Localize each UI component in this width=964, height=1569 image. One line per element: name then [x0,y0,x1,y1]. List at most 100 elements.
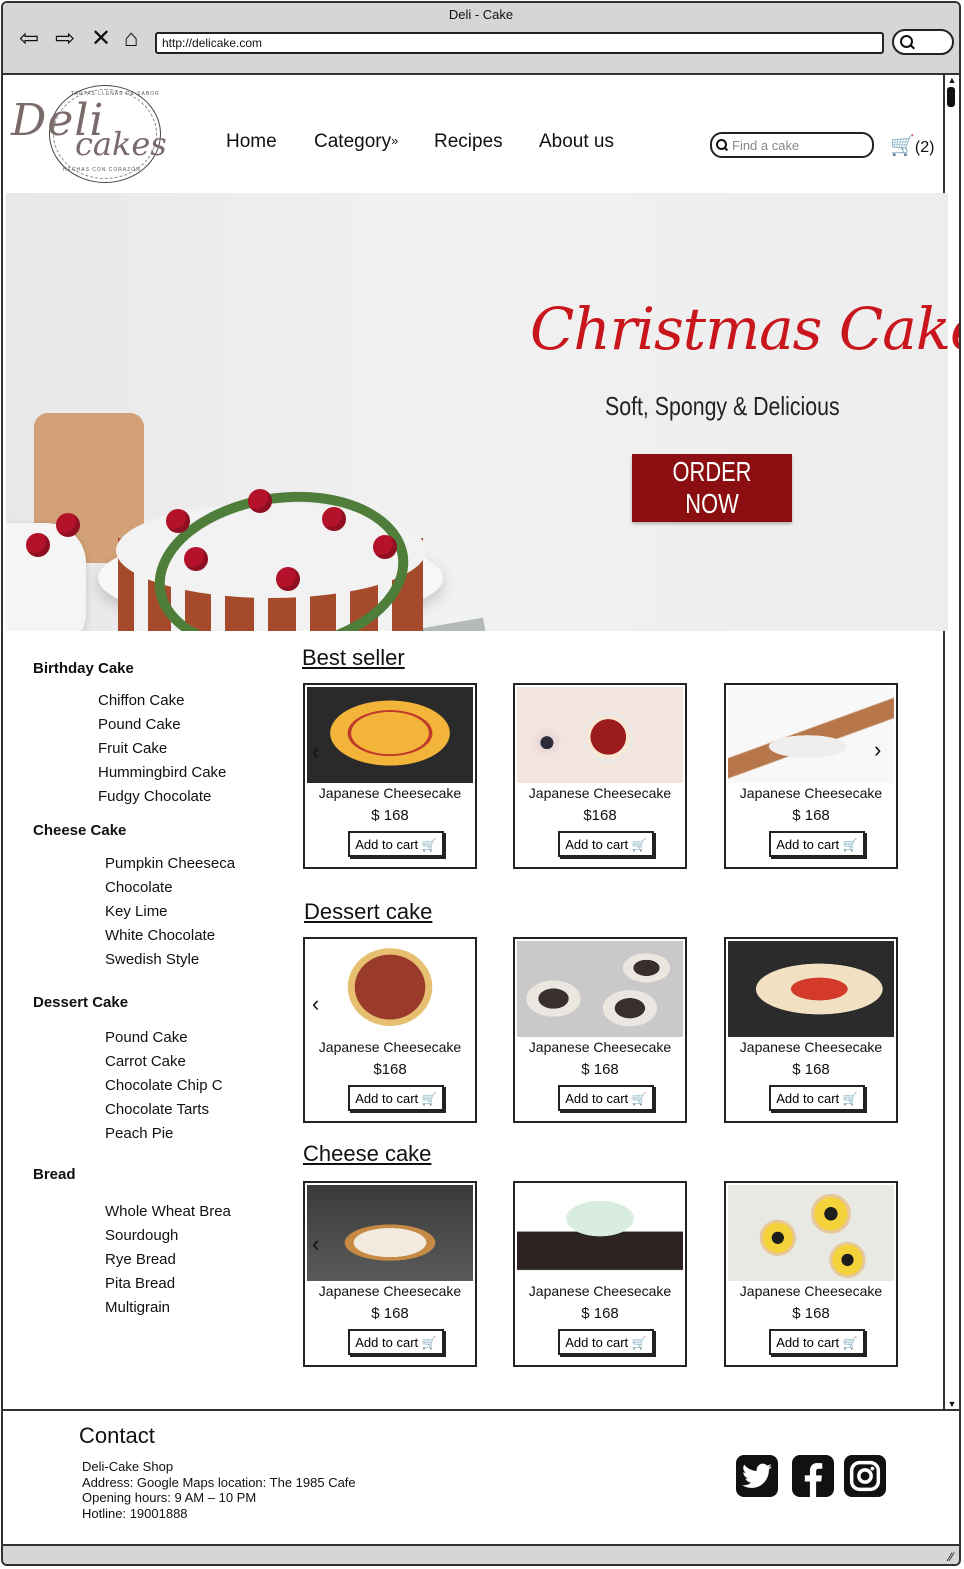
carousel-prev-arrow[interactable]: ‹ [312,739,319,765]
logo-text-cakes: cakes [75,125,167,163]
add-to-cart-button[interactable]: Add to cart 🛒 [348,1085,444,1111]
section-title-dessert-cake[interactable]: Dessert cake [304,899,432,925]
sidebar-item[interactable]: White Chocolate [105,927,215,944]
add-to-cart-button[interactable]: Add to cart 🛒 [558,831,654,857]
product-card[interactable]: Japanese Cheesecake $ 168 Add to cart 🛒 [513,1181,687,1367]
product-image-strawberry-cheesecake [728,941,894,1037]
product-name: Japanese Cheesecake [318,1039,462,1055]
close-icon[interactable]: ✕ [87,25,115,53]
sidebar-item[interactable]: Sourdough [105,1227,178,1244]
sidebar-item[interactable]: Chiffon Cake [98,692,184,709]
forward-icon[interactable]: ⇨ [51,25,79,53]
add-to-cart-button[interactable]: Add to cart 🛒 [558,1329,654,1355]
add-to-cart-button[interactable]: Add to cart 🛒 [769,1085,865,1111]
cart-count: (2) [914,139,935,156]
nav-home[interactable]: Home [226,131,277,153]
browser-toolbar: Deli - Cake ⇦ ⇨ ✕ ⌂ http://delicake.com [3,3,959,75]
hero-subtitle: Soft, Spongy & Delicious [605,391,840,421]
add-to-cart-button[interactable]: Add to cart 🛒 [769,1329,865,1355]
scroll-up-arrow[interactable]: ▲ [945,75,959,85]
site-search[interactable] [710,132,874,158]
add-to-cart-button[interactable]: Add to cart 🛒 [769,831,865,857]
product-card[interactable]: Japanese Cheesecake $168 Add to cart 🛒 [303,937,477,1123]
scroll-down-arrow[interactable]: ▼ [945,1399,959,1409]
sidebar-item[interactable]: Hummingbird Cake [98,764,226,781]
sidebar-item[interactable]: Chocolate Chip C [105,1077,223,1094]
cart-icon: 🛒 [421,837,437,852]
search-icon [716,139,727,150]
product-card[interactable]: Japanese Cheesecake $ 168 Add to cart 🛒 [724,683,898,869]
twitter-icon[interactable] [736,1455,778,1497]
contact-hours: Opening hours: 9 AM – 10 PM [82,1490,257,1505]
sidebar-item[interactable]: Swedish Style [105,951,199,968]
sidebar-item[interactable]: Fruit Cake [98,740,167,757]
product-card[interactable]: Japanese Cheesecake $ 168 Add to cart 🛒 [513,937,687,1123]
cart-icon: 🛒 [631,1335,647,1350]
facebook-icon[interactable] [792,1455,834,1497]
product-card[interactable]: Japanese Cheesecake $ 168 Add to cart 🛒 [724,937,898,1123]
product-name: Japanese Cheesecake [528,1039,672,1055]
product-image-berry-tart [517,687,683,783]
add-to-cart-button[interactable]: Add to cart 🛒 [348,831,444,857]
order-now-button[interactable]: ORDER NOW [632,454,792,522]
section-title-cheese-cake[interactable]: Cheese cake [303,1141,431,1167]
sidebar-item[interactable]: Fudgy Chocolate [98,788,211,805]
home-icon[interactable]: ⌂ [117,25,145,53]
hero-title: Christmas Cakes [530,295,959,363]
product-name: Japanese Cheesecake [739,785,883,801]
cart-icon: 🛒 [890,135,915,157]
product-image-cake-slice [728,687,894,783]
sidebar-item[interactable]: Key Lime [105,903,168,920]
product-card[interactable]: Japanese Cheesecake $168 Add to cart 🛒 [513,683,687,869]
carousel-next-arrow[interactable]: › [874,737,881,763]
scroll-thumb[interactable] [947,87,955,107]
sidebar-group-cheese-cake[interactable]: Cheese Cake [33,822,126,839]
sidebar-item[interactable]: Whole Wheat Brea [105,1203,231,1220]
instagram-icon[interactable] [844,1455,886,1497]
cart-icon: 🛒 [421,1335,437,1350]
nav-recipes[interactable]: Recipes [434,131,503,153]
cart-icon: 🛒 [842,1091,858,1106]
sidebar-item[interactable]: Pound Cake [105,1029,188,1046]
product-image-cupcakes [517,941,683,1037]
product-card[interactable]: Japanese Cheesecake $ 168 Add to cart 🛒 [303,1181,477,1367]
resize-grip-icon[interactable]: ⁄⁄ [949,1550,953,1564]
site-logo[interactable]: TARTAS LLENAS DE SABOR HECHAS CON CORAZÓ… [9,85,181,185]
product-card[interactable]: Japanese Cheesecake $ 168 Add to cart 🛒 [724,1181,898,1367]
sidebar-item[interactable]: Peach Pie [105,1125,173,1142]
product-card[interactable]: Japanese Cheesecake $ 168 Add to cart 🛒 [303,683,477,869]
sidebar-group-birthday-cake[interactable]: Birthday Cake [33,660,134,677]
product-name: Japanese Cheesecake [528,785,672,801]
sidebar-group-bread[interactable]: Bread [33,1166,76,1183]
nav-about-us[interactable]: About us [539,131,614,153]
url-bar[interactable]: http://delicake.com [155,32,884,54]
carousel-prev-arrow[interactable]: ‹ [312,1231,319,1257]
search-input[interactable] [730,135,869,155]
carousel-prev-arrow[interactable]: ‹ [312,991,319,1017]
add-to-cart-button[interactable]: Add to cart 🛒 [558,1085,654,1111]
product-name: Japanese Cheesecake [739,1283,883,1299]
sidebar-item[interactable]: Carrot Cake [105,1053,186,1070]
sidebar-item[interactable]: Rye Bread [105,1251,176,1268]
sidebar-item[interactable]: Pumpkin Cheeseca [105,855,235,872]
sidebar-item[interactable]: Pita Bread [105,1275,175,1292]
sidebar-item[interactable]: Multigrain [105,1299,170,1316]
section-title-best-seller[interactable]: Best seller [302,645,405,671]
sidebar-item[interactable]: Chocolate Tarts [105,1101,209,1118]
product-price: $168 [373,1061,407,1078]
back-icon[interactable]: ⇦ [15,25,43,53]
sidebar-item[interactable]: Chocolate [105,879,173,896]
nav-category[interactable]: Category» [314,131,398,153]
product-price: $ 168 [581,1305,619,1322]
product-price: $ 168 [371,807,409,824]
sidebar-item[interactable]: Pound Cake [98,716,181,733]
add-to-cart-button[interactable]: Add to cart 🛒 [348,1329,444,1355]
product-name: Japanese Cheesecake [739,1039,883,1055]
product-price: $ 168 [792,1305,830,1322]
cart-icon: 🛒 [421,1091,437,1106]
browser-search-box[interactable] [892,29,954,55]
cart-button[interactable]: 🛒(2) [890,133,934,158]
logo-ring-bottom-text: HECHAS CON CORAZÓN [63,167,141,173]
sidebar-group-dessert-cake[interactable]: Dessert Cake [33,994,128,1011]
product-image-sparkler-cake [307,1185,473,1281]
